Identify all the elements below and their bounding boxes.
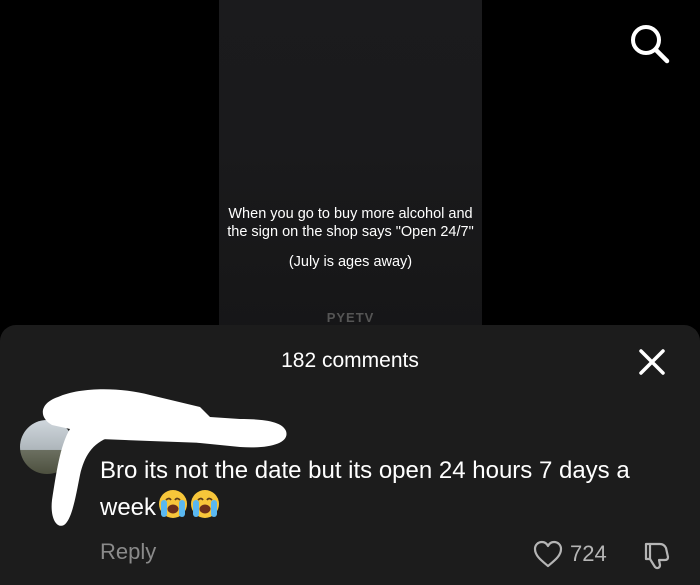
thumbs-down-icon[interactable]: [640, 539, 672, 571]
crying-face-emoji: [159, 490, 188, 518]
heart-icon: [533, 540, 563, 568]
close-icon[interactable]: [636, 346, 668, 378]
video-caption: When you go to buy more alcohol and the …: [219, 205, 482, 271]
caption-main: When you go to buy more alcohol and the …: [227, 206, 474, 240]
comments-sheet: 182 comments Bro its not the date but it…: [0, 325, 700, 585]
like-button[interactable]: 724: [532, 539, 607, 569]
crying-face-emoji: [191, 490, 220, 518]
like-count: 724: [570, 541, 607, 566]
reply-button[interactable]: Reply: [100, 539, 156, 565]
comment-text: Bro its not the date but its open 24 hou…: [100, 453, 670, 526]
caption-sub: (July is ages away): [288, 254, 413, 270]
video-watermark: PYETV: [326, 310, 375, 325]
search-icon[interactable]: [626, 20, 672, 66]
video-preview[interactable]: When you go to buy more alcohol and the …: [219, 0, 482, 340]
